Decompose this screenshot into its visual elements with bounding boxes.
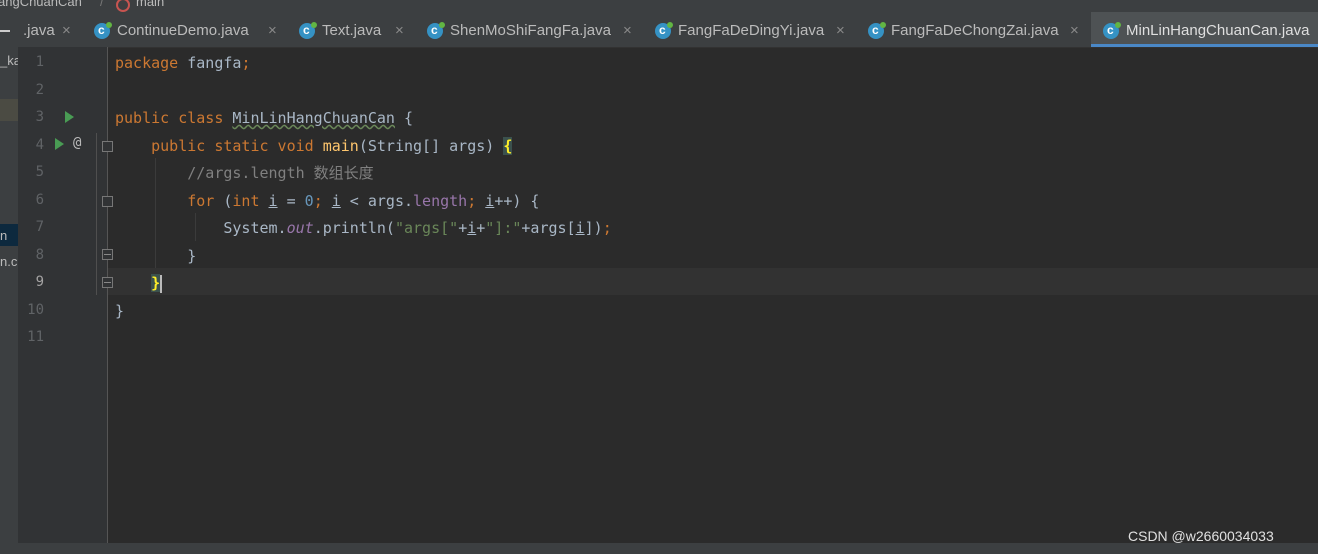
code-line-7[interactable]: System.out.println("args["+i+"]:"+args[i…	[115, 218, 611, 238]
matched-brace: {	[503, 137, 513, 155]
project-item[interactable]: n	[0, 228, 7, 243]
tab-label: .java	[23, 22, 55, 39]
run-icon[interactable]	[55, 138, 64, 150]
matched-brace: }	[151, 274, 161, 292]
close-icon[interactable]: ×	[836, 12, 845, 47]
tab-label: ContinueDemo.java	[117, 22, 249, 39]
java-class-icon	[94, 12, 112, 47]
tab-text[interactable]: Text.java ×	[292, 12, 419, 47]
gutter-divider	[107, 47, 108, 543]
tab-label: FangFaDeDingYi.java	[678, 22, 825, 39]
breadcrumb-class[interactable]: angChuanCan	[0, 0, 82, 8]
code-line-4[interactable]: public static void main(String[] args) {	[115, 136, 513, 156]
code-line-3[interactable]: public class MinLinHangChuanCan {	[115, 108, 413, 128]
fold-icon[interactable]	[102, 196, 113, 207]
tab-shenmoshifangfa[interactable]: ShenMoShiFangFa.java ×	[419, 12, 647, 47]
method-icon	[116, 0, 130, 12]
close-icon[interactable]: ×	[62, 12, 71, 47]
run-icon[interactable]	[65, 111, 74, 123]
breadcrumb-method[interactable]: main	[136, 0, 164, 8]
close-icon[interactable]: ×	[623, 12, 632, 47]
collapse-icon[interactable]	[0, 30, 10, 32]
close-icon[interactable]: ×	[395, 12, 404, 47]
java-class-icon	[868, 12, 886, 47]
code-comment: //args.length 数组长度	[187, 164, 374, 182]
method-name: main	[322, 137, 359, 155]
editor-tab-bar: .java × ContinueDemo.java × Text.java × …	[0, 12, 1318, 48]
line-number[interactable]: 6	[22, 192, 44, 208]
line-number[interactable]: 1	[22, 54, 44, 70]
code-line-9[interactable]: }	[115, 273, 163, 293]
code-line-5[interactable]: //args.length 数组长度	[115, 163, 374, 183]
tab-label: Text.java	[322, 22, 382, 39]
fold-end-icon[interactable]	[102, 277, 113, 288]
breadcrumb-separator: /	[100, 0, 104, 9]
watermark: CSDN @w2660034033	[1128, 528, 1274, 544]
java-class-icon	[1103, 12, 1121, 47]
horizontal-scrollbar[interactable]	[0, 543, 1318, 554]
tab-label: ShenMoShiFangFa.java	[450, 22, 611, 39]
tab-fangfadedingyi[interactable]: FangFaDeDingYi.java ×	[647, 12, 860, 47]
code-line-10[interactable]: }	[115, 301, 124, 321]
line-number[interactable]: 4	[22, 137, 44, 153]
text-caret	[160, 274, 163, 293]
code-line-8[interactable]: }	[115, 246, 196, 266]
line-number[interactable]: 11	[22, 329, 44, 345]
project-item[interactable]: n.c	[0, 254, 17, 269]
fold-end-icon[interactable]	[102, 249, 113, 260]
close-icon[interactable]: ×	[268, 12, 277, 47]
tab-minlinhangchuancan[interactable]: MinLinHangChuanCan.java	[1091, 12, 1318, 47]
breadcrumb: angChuanCan / main	[0, 0, 1318, 12]
java-class-icon	[427, 12, 445, 47]
line-number[interactable]: 10	[22, 302, 44, 318]
tab-java[interactable]: .java ×	[0, 12, 88, 47]
current-line-highlight	[108, 268, 1318, 295]
project-panel-edge[interactable]: _ka n n.c	[0, 47, 18, 543]
selected-item-highlight	[0, 99, 18, 121]
line-number[interactable]: 8	[22, 247, 44, 263]
block-marker-line	[96, 133, 97, 295]
override-marker-icon[interactable]: @	[73, 135, 81, 151]
tab-continuedemo[interactable]: ContinueDemo.java ×	[88, 12, 292, 47]
line-number[interactable]: 7	[22, 219, 44, 235]
code-line-6[interactable]: for (int i = 0; i < args.length; i++) {	[115, 191, 539, 211]
close-icon[interactable]: ×	[1070, 12, 1079, 47]
tab-label: MinLinHangChuanCan.java	[1126, 22, 1310, 39]
fold-icon[interactable]	[102, 141, 113, 152]
java-class-icon	[655, 12, 673, 47]
tab-fangfadechongzai[interactable]: FangFaDeChongZai.java ×	[860, 12, 1091, 47]
line-number[interactable]: 5	[22, 164, 44, 180]
line-number-current[interactable]: 9	[22, 274, 44, 290]
line-number[interactable]: 3	[22, 109, 44, 125]
line-number[interactable]: 2	[22, 82, 44, 98]
code-line-1[interactable]: package fangfa;	[115, 53, 250, 73]
java-class-icon	[299, 12, 317, 47]
class-name: MinLinHangChuanCan	[232, 109, 395, 127]
tab-label: FangFaDeChongZai.java	[891, 22, 1059, 39]
project-item[interactable]: _ka	[0, 53, 18, 68]
